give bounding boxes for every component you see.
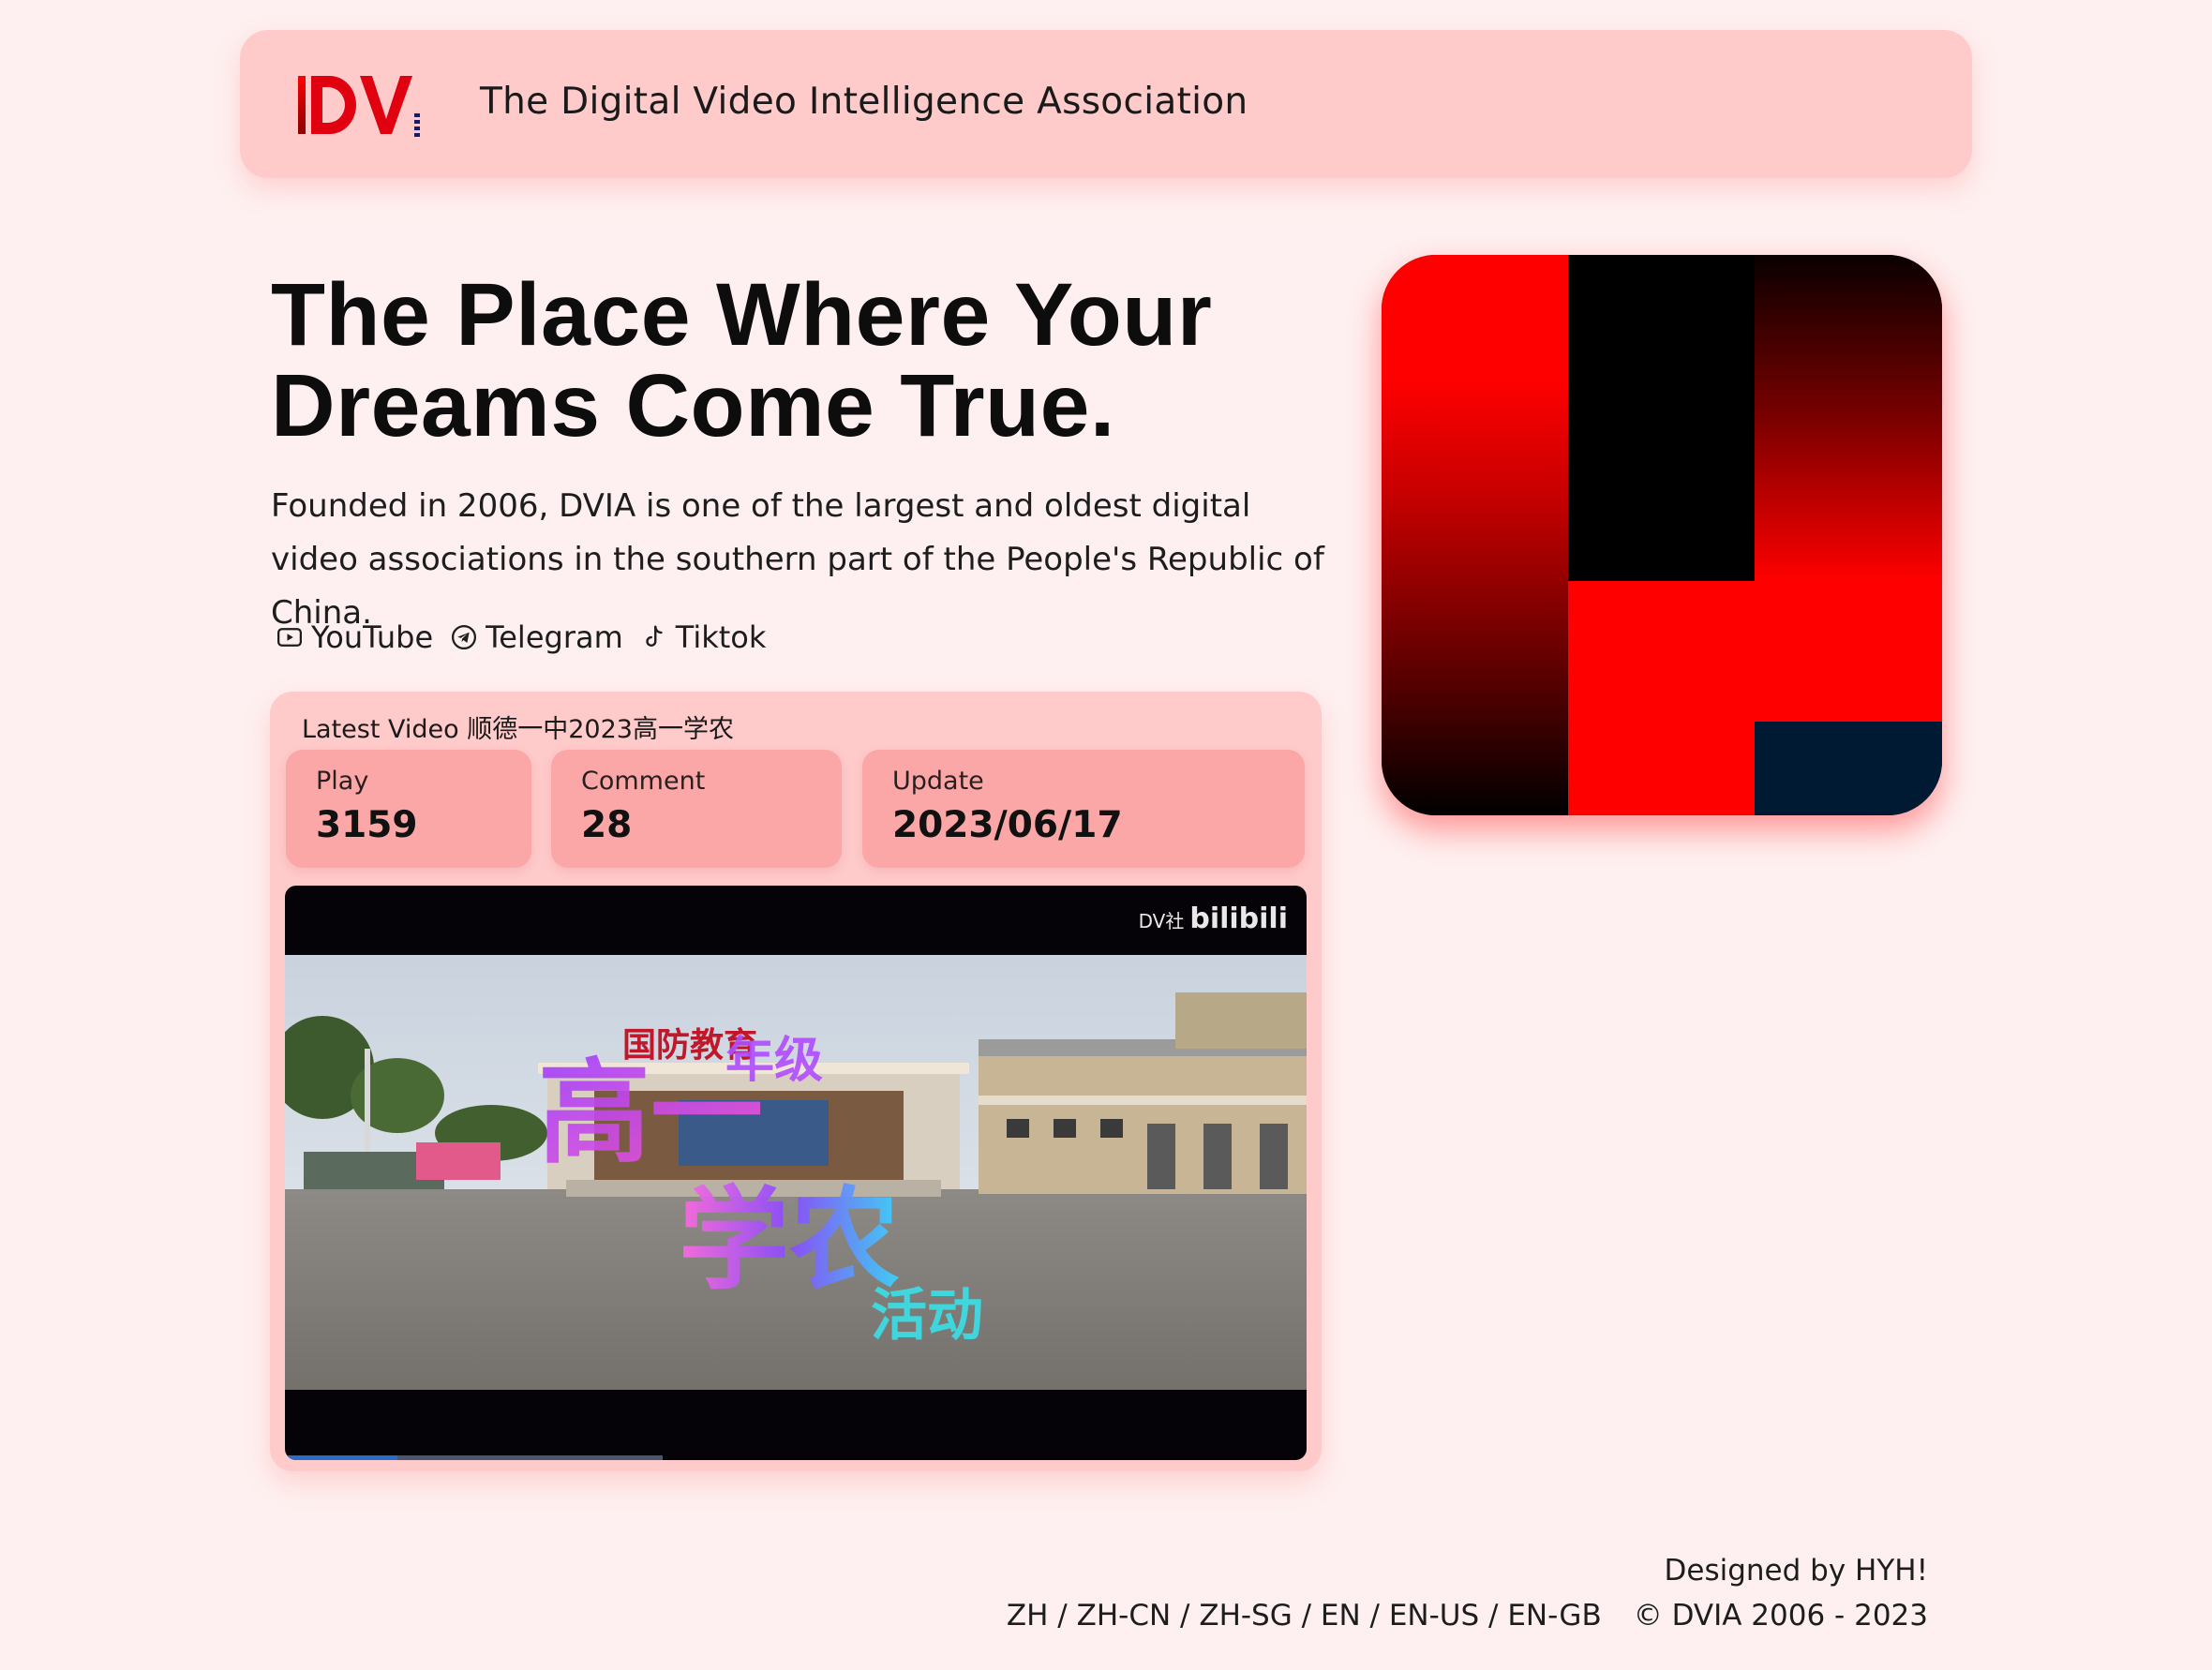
stat-update: Update 2023/06/17: [862, 750, 1305, 868]
telegram-link[interactable]: Telegram: [450, 619, 623, 655]
tiktok-label: Tiktok: [675, 619, 767, 655]
language-switcher[interactable]: ZH / ZH-CN / ZH-SG / EN / EN-US / EN-GB: [1007, 1599, 1602, 1633]
latest-video-label: Latest Video 顺德一中2023高一学农: [302, 715, 734, 744]
bilibili-watermark: DV社 bilibili: [1139, 902, 1288, 935]
youtube-icon: [277, 628, 302, 647]
video-player[interactable]: DV社 bilibili 国防教育 高一 年级 学农 活动: [285, 886, 1307, 1460]
video-progress-played[interactable]: [285, 1455, 397, 1460]
footer-bottom: ZH / ZH-CN / ZH-SG / EN / EN-US / EN-GB …: [1007, 1599, 1928, 1633]
stat-play-value: 3159: [316, 804, 418, 846]
dvia-logo[interactable]: [298, 72, 422, 140]
site-header: The Digital Video Intelligence Associati…: [240, 30, 1972, 178]
art-navy-block: [1755, 722, 1942, 815]
footer-credit: Designed by HYH!: [1664, 1554, 1929, 1588]
social-links: YouTube Telegram Tiktok: [276, 615, 766, 660]
telegram-icon: [452, 625, 477, 649]
stat-play-label: Play: [316, 767, 369, 796]
overlay-xuenong: 学农: [679, 1175, 900, 1305]
latest-video-card: Latest Video 顺德一中2023高一学农 Play 3159 Comm…: [270, 692, 1322, 1471]
telegram-label: Telegram: [486, 619, 623, 655]
stat-update-value: 2023/06/17: [892, 804, 1123, 846]
video-progress-buffered: [397, 1455, 663, 1460]
hero-title: The Place Where Your Dreams Come True.: [271, 265, 1213, 455]
art-red-gradient-column: [1382, 255, 1568, 815]
overlay-nianji: 年级: [725, 1033, 823, 1089]
site-title: The Digital Video Intelligence Associati…: [480, 81, 1248, 123]
video-frame: 国防教育 高一 年级 学农 活动: [285, 955, 1307, 1390]
youtube-link[interactable]: YouTube: [276, 619, 433, 655]
art-dark-gradient-column: [1755, 255, 1942, 722]
overlay-huodong: 活动: [871, 1283, 983, 1349]
watermark-prefix: DV社: [1138, 910, 1185, 932]
brand-artwork: [1382, 255, 1942, 815]
art-black-block: [1568, 255, 1755, 581]
stat-comment-value: 28: [581, 804, 633, 846]
copyright: © DVIA 2006 - 2023: [1633, 1599, 1928, 1633]
stat-play: Play 3159: [286, 750, 531, 868]
youtube-label: YouTube: [311, 619, 434, 655]
stat-comment-label: Comment: [581, 767, 706, 796]
art-red-block: [1568, 581, 1755, 815]
tiktok-link[interactable]: Tiktok: [640, 619, 767, 655]
tiktok-icon: [646, 625, 663, 647]
stat-comment: Comment 28: [551, 750, 842, 868]
watermark-brand: bilibili: [1189, 902, 1288, 935]
stat-update-label: Update: [892, 767, 984, 796]
